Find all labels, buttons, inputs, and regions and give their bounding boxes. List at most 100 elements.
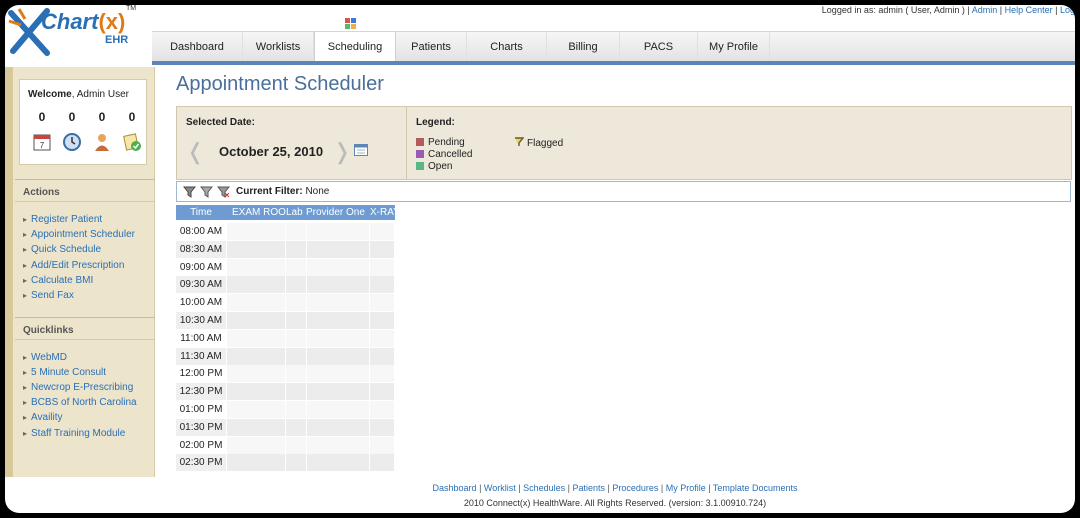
appointment-slot[interactable]: [307, 365, 369, 383]
appointment-slot[interactable]: [227, 329, 285, 347]
sidebar-collapse-handle[interactable]: [5, 67, 13, 477]
link-register-patient[interactable]: Register Patient: [23, 214, 102, 225]
appointment-slot[interactable]: [370, 258, 394, 276]
appointment-slot[interactable]: [227, 383, 285, 401]
appointment-slot[interactable]: [286, 312, 306, 329]
tab-billing[interactable]: Billing: [547, 32, 620, 62]
appointment-slot[interactable]: [370, 418, 394, 436]
tab-dashboard[interactable]: Dashboard: [152, 32, 243, 62]
appointment-slot[interactable]: [370, 312, 394, 329]
appointment-slot[interactable]: [370, 223, 394, 240]
appointment-slot[interactable]: [307, 294, 369, 312]
link-availity[interactable]: Availity: [23, 412, 63, 423]
appointment-slot[interactable]: [227, 312, 285, 329]
appointment-slot[interactable]: [307, 418, 369, 436]
appointment-slot[interactable]: [307, 258, 369, 276]
appointment-slot[interactable]: [370, 294, 394, 312]
clock-icon[interactable]: [62, 132, 82, 152]
link-bcbs-nc[interactable]: BCBS of North Carolina: [23, 397, 137, 408]
appointment-slot[interactable]: [286, 454, 306, 472]
appointment-slot[interactable]: [370, 240, 394, 258]
tab-worklists[interactable]: Worklists: [243, 32, 314, 62]
appointment-slot[interactable]: [227, 258, 285, 276]
footer-link-worklist[interactable]: Worklist: [484, 483, 516, 493]
appointment-slot[interactable]: [227, 401, 285, 418]
appointment-slot[interactable]: [307, 276, 369, 294]
appointment-slot[interactable]: [370, 401, 394, 418]
footer-link-procedures[interactable]: Procedures: [612, 483, 658, 493]
prev-date-icon[interactable]: ❬: [186, 141, 204, 163]
appointment-slot[interactable]: [227, 223, 285, 240]
appointment-slot[interactable]: [286, 401, 306, 418]
link-calculate-bmi[interactable]: Calculate BMI: [23, 275, 93, 286]
link-staff-training[interactable]: Staff Training Module: [23, 428, 125, 439]
link-send-fax[interactable]: Send Fax: [23, 290, 74, 301]
col-header-x-ray[interactable]: X-RAY: [370, 205, 395, 220]
logout-link[interactable]: Log: [1060, 5, 1075, 15]
help-center-link[interactable]: Help Center: [1005, 5, 1053, 15]
appointment-slot[interactable]: [370, 383, 394, 401]
appointment-slot[interactable]: [286, 436, 306, 454]
app-logo[interactable]: Chart(x) TM EHR: [5, 5, 153, 63]
tab-scheduling[interactable]: Scheduling: [314, 32, 396, 64]
appointment-slot[interactable]: [286, 329, 306, 347]
appointment-slot[interactable]: [227, 294, 285, 312]
link-5-minute-consult[interactable]: 5 Minute Consult: [23, 367, 106, 378]
link-appointment-scheduler[interactable]: Appointment Scheduler: [23, 229, 135, 240]
footer-link-schedules[interactable]: Schedules: [523, 483, 565, 493]
appointment-slot[interactable]: [307, 454, 369, 472]
appointment-slot[interactable]: [307, 401, 369, 418]
appointment-slot[interactable]: [370, 329, 394, 347]
appointment-slot[interactable]: [370, 347, 394, 365]
appointment-slot[interactable]: [307, 329, 369, 347]
appointment-slot[interactable]: [307, 436, 369, 454]
calendar-icon[interactable]: 7: [32, 132, 52, 152]
appointment-slot[interactable]: [227, 418, 285, 436]
filter-icon[interactable]: [183, 185, 196, 198]
appointment-slot[interactable]: [227, 347, 285, 365]
appointment-slot[interactable]: [286, 276, 306, 294]
tab-charts[interactable]: Charts: [467, 32, 547, 62]
appointment-slot[interactable]: [307, 383, 369, 401]
appointment-slot[interactable]: [286, 418, 306, 436]
appointment-slot[interactable]: [286, 240, 306, 258]
footer-link-patients[interactable]: Patients: [572, 483, 605, 493]
filter-add-icon[interactable]: [200, 185, 213, 198]
appointment-slot[interactable]: [370, 454, 394, 472]
appointment-slot[interactable]: [286, 223, 306, 240]
footer-link-dashboard[interactable]: Dashboard: [433, 483, 477, 493]
appointment-slot[interactable]: [370, 276, 394, 294]
appointment-slot[interactable]: [227, 240, 285, 258]
footer-link-my-profile[interactable]: My Profile: [666, 483, 706, 493]
appointment-slot[interactable]: [370, 436, 394, 454]
appointment-slot[interactable]: [307, 347, 369, 365]
appointment-slot[interactable]: [227, 365, 285, 383]
user-icon[interactable]: [92, 132, 112, 152]
col-header-provider-one[interactable]: Provider One: [306, 205, 370, 220]
link-quick-schedule[interactable]: Quick Schedule: [23, 244, 101, 255]
link-add-edit-prescription[interactable]: Add/Edit Prescription: [23, 260, 124, 271]
appointment-slot[interactable]: [307, 223, 369, 240]
next-date-icon[interactable]: ❭: [333, 141, 351, 163]
filter-clear-icon[interactable]: [217, 185, 230, 198]
appointment-slot[interactable]: [286, 365, 306, 383]
tab-patients[interactable]: Patients: [396, 32, 467, 62]
admin-link[interactable]: Admin: [972, 5, 998, 15]
calendar-picker-icon[interactable]: [354, 144, 368, 156]
footer-link-template-documents[interactable]: Template Documents: [713, 483, 798, 493]
appointment-slot[interactable]: [307, 312, 369, 329]
col-header-exam-room[interactable]: EXAM ROOM: [226, 205, 286, 220]
appointment-slot[interactable]: [286, 347, 306, 365]
link-newcrop[interactable]: Newcrop E-Prescribing: [23, 382, 133, 393]
appointment-slot[interactable]: [227, 454, 285, 472]
appointment-slot[interactable]: [307, 240, 369, 258]
tab-my-profile[interactable]: My Profile: [698, 32, 770, 62]
appointment-slot[interactable]: [286, 294, 306, 312]
col-header-lab[interactable]: Lab: [286, 205, 306, 220]
appointment-slot[interactable]: [286, 258, 306, 276]
link-webmd[interactable]: WebMD: [23, 352, 67, 363]
appointment-slot[interactable]: [227, 276, 285, 294]
tasks-check-icon[interactable]: [122, 132, 142, 152]
appointment-slot[interactable]: [286, 383, 306, 401]
appointment-slot[interactable]: [227, 436, 285, 454]
